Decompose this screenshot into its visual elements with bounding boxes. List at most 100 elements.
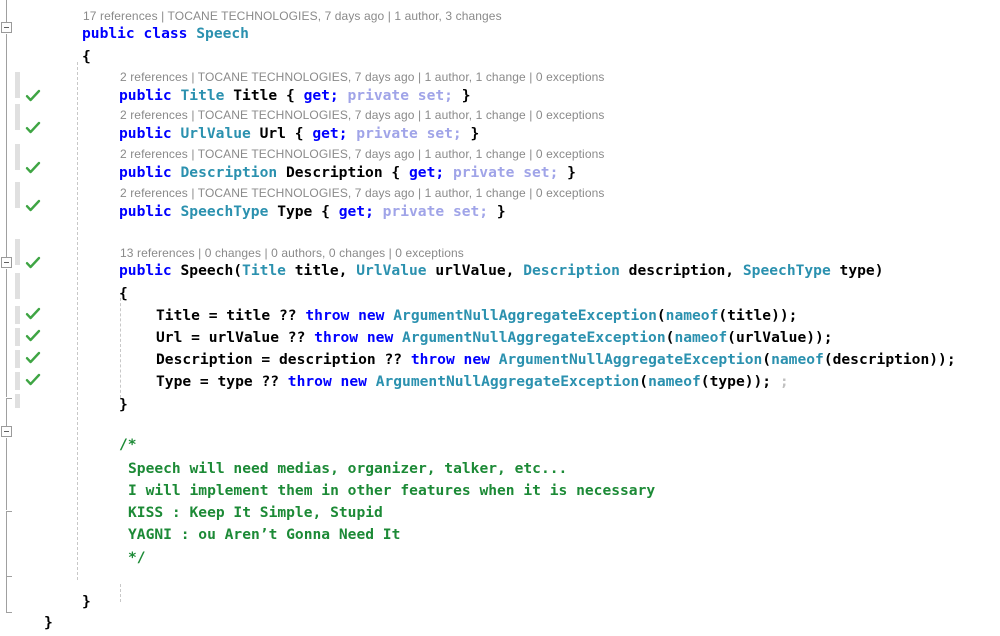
- change-bar: [15, 372, 20, 390]
- class-name: Speech: [196, 25, 249, 42]
- indent-guide: [120, 584, 121, 602]
- change-bar: [15, 273, 20, 299]
- change-bar: [15, 72, 20, 98]
- keyword-public: public: [119, 164, 172, 181]
- keyword-throw: throw: [287, 373, 332, 390]
- outline-guide-line: [6, 511, 7, 576]
- exception-type: ArgumentNullAggregateException: [393, 307, 657, 324]
- keyword-public: public: [119, 87, 172, 104]
- property-name: Description: [285, 164, 383, 181]
- property-type: UrlValue: [180, 125, 251, 142]
- code-line-comment-1: Speech will need medias, organizer, talk…: [128, 460, 568, 477]
- change-bar: [15, 394, 20, 408]
- keyword-public: public: [119, 262, 172, 279]
- property-type: Description: [180, 164, 278, 181]
- change-bar: [15, 350, 20, 368]
- codelens-constructor[interactable]: 13 references | 0 changes | 0 authors, 0…: [120, 246, 464, 261]
- property-name: Title: [233, 87, 278, 104]
- redundant-semicolon: ;: [771, 373, 789, 390]
- change-bar: [15, 328, 20, 346]
- accessor-private-set: private set;: [338, 87, 462, 104]
- code-line-class-declaration: public class Speech: [82, 24, 249, 44]
- code-line-assign-description: Description = description ?? throw new A…: [156, 351, 956, 368]
- property-type: SpeechType: [180, 203, 269, 220]
- codelens-title-property[interactable]: 2 references | TOCANE TECHNOLOGIES, 7 da…: [120, 70, 604, 85]
- property-name: Url: [259, 125, 286, 142]
- checkmark-icon: [25, 160, 41, 176]
- property-type: Title: [180, 87, 225, 104]
- code-line-constructor-close-brace: }: [119, 396, 128, 413]
- accessor-private-set: private set;: [444, 164, 568, 181]
- keyword-class: class: [143, 25, 188, 42]
- nameof-operator: nameof: [674, 329, 728, 346]
- outline-guide-line: [6, 269, 7, 397]
- change-bar: [15, 104, 20, 130]
- code-line-comment-4: YAGNI : ou Aren’t Gonna Need It: [128, 526, 401, 543]
- code-line-assign-type: Type = type ?? throw new ArgumentNullAgg…: [156, 373, 789, 390]
- accessor-get: get;: [409, 164, 445, 181]
- code-line-assign-title: Title = title ?? throw new ArgumentNullA…: [156, 307, 798, 324]
- code-line-property-title: public Title Title { get; private set; }: [119, 87, 471, 104]
- keyword-new: new: [366, 329, 394, 346]
- indent-guide: [120, 298, 121, 398]
- outline-guide-line: [6, 398, 7, 426]
- accessor-private-set: private set;: [347, 125, 471, 142]
- exception-type: ArgumentNullAggregateException: [375, 373, 640, 390]
- keyword-public: public: [82, 25, 135, 42]
- checkmark-icon: [25, 372, 41, 388]
- codelens-description-property[interactable]: 2 references | TOCANE TECHNOLOGIES, 7 da…: [120, 147, 604, 162]
- code-line-comment-2: I will implement them in other features …: [128, 482, 656, 499]
- collapse-minus-icon-class[interactable]: [1, 22, 12, 33]
- checkmark-icon: [25, 328, 41, 344]
- exception-type: ArgumentNullAggregateException: [498, 351, 763, 368]
- checkmark-icon: [25, 255, 41, 271]
- exception-type: ArgumentNullAggregateException: [402, 329, 666, 346]
- keyword-throw: throw: [410, 351, 455, 368]
- codelens-url-property[interactable]: 2 references | TOCANE TECHNOLOGIES, 7 da…: [120, 108, 604, 123]
- code-line-property-description: public Description Description { get; pr…: [119, 164, 576, 181]
- code-line-class-open-brace: {: [82, 48, 91, 65]
- keyword-public: public: [119, 203, 172, 220]
- param-name: description,: [619, 262, 743, 279]
- keyword-new: new: [463, 351, 490, 368]
- code-line-constructor-open-brace: {: [119, 285, 128, 302]
- checkmark-icon: [25, 350, 41, 366]
- outline-guide-line: [6, 576, 7, 612]
- checkmark-icon: [25, 88, 41, 104]
- collapse-minus-icon-comment[interactable]: [1, 426, 12, 437]
- code-line-namespace-close-brace: }: [44, 614, 53, 631]
- change-bar: [15, 239, 20, 265]
- accessor-get: get;: [312, 125, 348, 142]
- param-type: SpeechType: [742, 262, 831, 279]
- checkmark-icon: [25, 120, 41, 136]
- outlining-margin[interactable]: [0, 0, 14, 636]
- indent-guide: [77, 62, 78, 580]
- code-line-comment-open: /*: [119, 436, 137, 453]
- keyword-public: public: [119, 125, 172, 142]
- change-bar: [15, 182, 20, 208]
- constructor-name: Speech: [180, 262, 234, 279]
- codelens-class[interactable]: 17 references | TOCANE TECHNOLOGIES, 7 d…: [83, 9, 502, 24]
- code-line-class-close-brace: }: [82, 593, 91, 610]
- nameof-operator: nameof: [665, 307, 719, 324]
- outline-guide-line: [6, 0, 7, 22]
- code-line-assign-url: Url = urlValue ?? throw new ArgumentNull…: [156, 329, 833, 346]
- accessor-get: get;: [338, 203, 374, 220]
- param-name: urlValue,: [426, 262, 524, 279]
- param-name: title,: [285, 262, 357, 279]
- param-type: UrlValue: [356, 262, 427, 279]
- checkmark-icon: [25, 306, 41, 322]
- collapse-minus-icon-constructor[interactable]: [1, 257, 12, 268]
- code-editor[interactable]: 17 references | TOCANE TECHNOLOGIES, 7 d…: [0, 0, 1000, 636]
- nameof-operator: nameof: [648, 373, 701, 390]
- keyword-throw: throw: [305, 307, 350, 324]
- keyword-new: new: [358, 307, 385, 324]
- keyword-new: new: [340, 373, 367, 390]
- change-bar: [15, 306, 20, 324]
- param-type: Description: [523, 262, 620, 279]
- param-type: Title: [242, 262, 286, 279]
- keyword-throw: throw: [314, 329, 359, 346]
- code-line-constructor-signature: public Speech(Title title, UrlValue urlV…: [119, 262, 884, 279]
- property-name: Type: [277, 203, 313, 220]
- codelens-type-property[interactable]: 2 references | TOCANE TECHNOLOGIES, 7 da…: [120, 186, 604, 201]
